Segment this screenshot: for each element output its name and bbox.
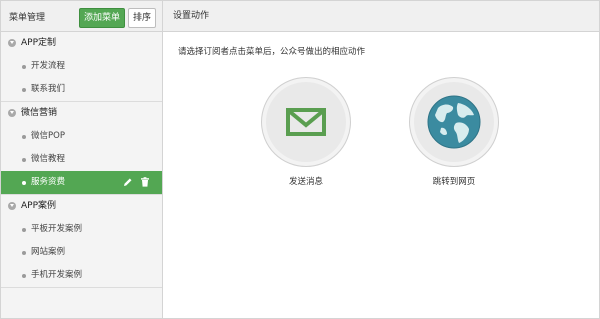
send-message-button[interactable] xyxy=(261,77,351,167)
envelope-icon xyxy=(286,108,326,136)
submenu-item-label: 服务资费 xyxy=(31,177,66,187)
submenu-item-label: 开发流程 xyxy=(31,61,66,71)
submenu-item-mobile-cases[interactable]: 手机开发案例 xyxy=(1,264,162,287)
trash-icon[interactable] xyxy=(140,177,150,187)
menu-item-label: 微信营销 xyxy=(21,108,58,118)
sidebar: 菜单管理 添加菜单 排序 APP定制 开发流程 联系我们 微信营销 微信POP … xyxy=(1,1,163,318)
send-message-action[interactable]: 发送消息 xyxy=(261,77,351,187)
submenu-item-tablet-cases[interactable]: 平板开发案例 xyxy=(1,218,162,241)
submenu-item-label: 手机开发案例 xyxy=(31,270,83,280)
add-menu-button[interactable]: 添加菜单 xyxy=(79,8,126,28)
bullet-icon xyxy=(22,251,26,255)
action-prompt: 请选择订阅者点击菜单后，公众号做出的相应动作 xyxy=(178,47,366,57)
menu-group-wechat-marketing: 微信营销 微信POP 微信教程 服务资费 xyxy=(1,102,162,195)
menu-editor-window: 菜单管理 添加菜单 排序 APP定制 开发流程 联系我们 微信营销 微信POP … xyxy=(0,0,600,319)
submenu-item-website-cases[interactable]: 网站案例 xyxy=(1,241,162,264)
menu-item-label: APP案例 xyxy=(21,201,57,211)
bullet-icon xyxy=(22,88,26,92)
sidebar-title: 菜单管理 xyxy=(9,13,46,23)
jump-to-webpage-label: 跳转到网页 xyxy=(432,177,476,187)
globe-icon xyxy=(427,95,481,149)
bullet-icon xyxy=(22,65,26,69)
chevron-down-icon xyxy=(8,109,16,117)
jump-to-webpage-action[interactable]: 跳转到网页 xyxy=(409,77,499,187)
bullet-icon xyxy=(22,135,26,139)
submenu-item-label: 微信教程 xyxy=(31,154,66,164)
chevron-down-icon xyxy=(8,202,16,210)
submenu-item-dev-process[interactable]: 开发流程 xyxy=(1,55,162,78)
menu-group-app-cases: APP案例 平板开发案例 网站案例 手机开发案例 xyxy=(1,195,162,288)
action-panel: 设置动作 请选择订阅者点击菜单后，公众号做出的相应动作 发送消息 跳转到网页 xyxy=(163,1,599,318)
pencil-icon[interactable] xyxy=(123,177,133,187)
chevron-down-icon xyxy=(8,39,16,47)
menu-item-app-cases[interactable]: APP案例 xyxy=(1,195,162,218)
submenu-item-label: 平板开发案例 xyxy=(31,224,83,234)
bullet-icon xyxy=(22,274,26,278)
submenu-item-label: 微信POP xyxy=(31,131,65,141)
sort-button[interactable]: 排序 xyxy=(128,8,157,28)
jump-to-webpage-button[interactable] xyxy=(409,77,499,167)
panel-title: 设置动作 xyxy=(163,1,599,32)
send-message-label: 发送消息 xyxy=(288,177,323,187)
submenu-item-label: 网站案例 xyxy=(31,247,66,257)
bullet-icon xyxy=(22,181,26,185)
bullet-icon xyxy=(22,228,26,232)
menu-item-app-custom[interactable]: APP定制 xyxy=(1,32,162,55)
menu-group-app-custom: APP定制 开发流程 联系我们 xyxy=(1,32,162,102)
bullet-icon xyxy=(22,158,26,162)
sidebar-header: 菜单管理 添加菜单 排序 xyxy=(1,1,162,32)
submenu-item-label: 联系我们 xyxy=(31,84,66,94)
menu-item-wechat-marketing[interactable]: 微信营销 xyxy=(1,102,162,125)
submenu-item-contact-us[interactable]: 联系我们 xyxy=(1,78,162,101)
submenu-item-wechat-pop[interactable]: 微信POP xyxy=(1,125,162,148)
submenu-item-service-fees[interactable]: 服务资费 xyxy=(1,171,162,194)
menu-item-label: APP定制 xyxy=(21,38,57,48)
submenu-item-wechat-tutorial[interactable]: 微信教程 xyxy=(1,148,162,171)
